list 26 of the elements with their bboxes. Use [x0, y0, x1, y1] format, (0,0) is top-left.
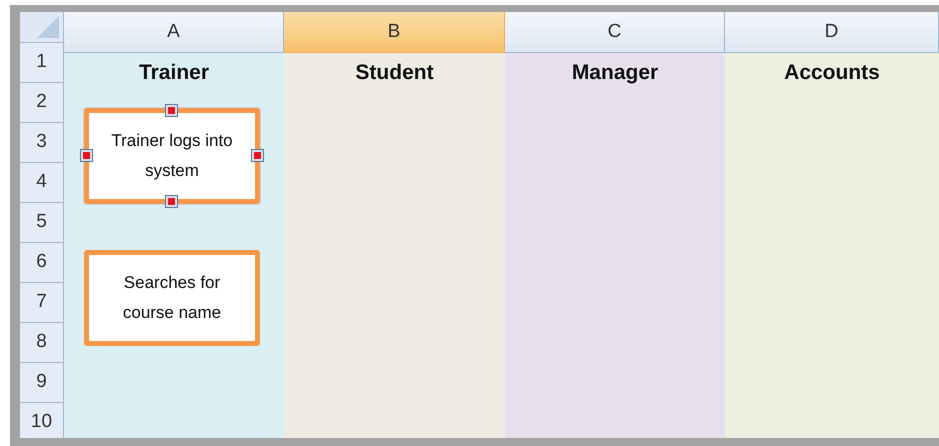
row-header[interactable]: 3	[20, 123, 64, 163]
resize-handle[interactable]	[251, 149, 264, 162]
column-header[interactable]: C	[505, 12, 725, 53]
triangle-icon	[37, 16, 59, 38]
row-header[interactable]: 2	[20, 83, 64, 123]
resize-handle[interactable]	[165, 104, 178, 117]
row-header[interactable]: 6	[20, 243, 64, 283]
column-heading: Manager	[572, 60, 658, 86]
column-header[interactable]: A	[64, 12, 284, 53]
flowchart-box[interactable]: Searches for course name	[84, 250, 260, 346]
column-header[interactable]: B	[284, 12, 505, 53]
row-header[interactable]: 8	[20, 323, 64, 363]
column-heading: Accounts	[784, 60, 880, 86]
box-text: Trainer logs into system	[110, 130, 234, 182]
row-header[interactable]: 4	[20, 163, 64, 203]
row-header[interactable]: 9	[20, 363, 64, 403]
column-header[interactable]: D	[725, 12, 939, 53]
resize-handle[interactable]	[165, 195, 178, 208]
column-heading: Trainer	[138, 60, 210, 86]
box-text: Searches for course name	[122, 272, 222, 324]
row-header[interactable]: 7	[20, 283, 64, 323]
row-header[interactable]: 1	[20, 43, 64, 83]
row-header[interactable]: 10	[20, 403, 64, 438]
column-heading: Student	[355, 60, 434, 86]
resize-handle[interactable]	[80, 149, 93, 162]
row-header[interactable]: 5	[20, 203, 64, 243]
